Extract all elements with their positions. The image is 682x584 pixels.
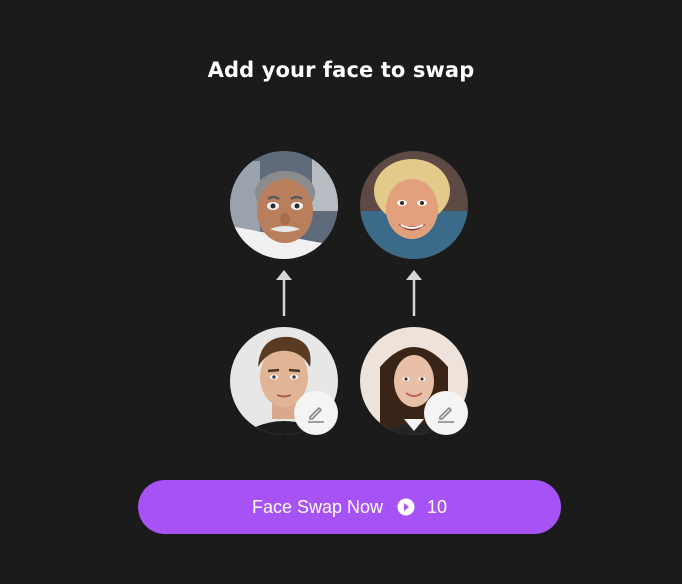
pencil-icon <box>308 407 324 423</box>
older-man-portrait <box>230 151 338 259</box>
page-title: Add your face to swap <box>207 58 475 82</box>
edit-source-face-1-button[interactable] <box>294 391 338 435</box>
coin-icon <box>397 498 415 516</box>
face-swap-label: Face Swap Now <box>251 496 384 517</box>
arrow-up-icon <box>406 270 422 316</box>
target-face-2[interactable] <box>360 151 468 259</box>
older-woman-portrait <box>360 151 468 259</box>
face-swap-page: Add your face to swap Face Swap Now 10 <box>0 0 682 584</box>
edit-source-face-2-button[interactable] <box>424 391 468 435</box>
credit-count: 10 <box>427 496 448 517</box>
arrow-up-icon <box>276 270 292 316</box>
target-face-1[interactable] <box>230 151 338 259</box>
pencil-icon <box>438 407 454 423</box>
face-swap-now-button[interactable]: Face Swap Now 10 <box>138 480 561 534</box>
